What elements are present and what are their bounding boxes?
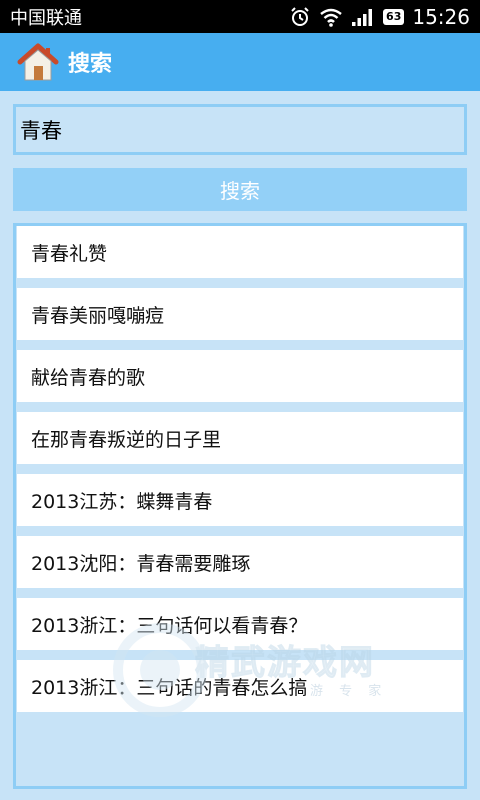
- alarm-icon: [289, 6, 311, 28]
- list-item[interactable]: 2013浙江：三句话何以看青春？: [17, 598, 463, 650]
- wifi-icon: [319, 7, 343, 27]
- signal-icon: [351, 7, 375, 27]
- list-item[interactable]: 2013浙江：三句话的青春怎么搞: [17, 660, 463, 712]
- page-title: 搜索: [68, 52, 113, 77]
- results-list: 青春礼赞 青春美丽嘎嘣痘 献给青春的歌 在那青春叛逆的日子里 2013江苏：蝶舞…: [13, 223, 467, 789]
- search-box: [13, 104, 467, 155]
- list-item[interactable]: 青春礼赞: [17, 226, 463, 278]
- carrier-name: 中国联通: [10, 7, 82, 29]
- search-input[interactable]: [20, 117, 460, 142]
- title-bar: 搜索: [0, 33, 480, 91]
- clock: 15:26: [412, 4, 470, 29]
- status-icons: 63 15:26: [289, 5, 470, 29]
- list-item[interactable]: 2013江苏：蝶舞青春: [17, 474, 463, 526]
- status-bar: 中国联通 63 15:26: [0, 0, 480, 33]
- list-item[interactable]: 2013沈阳：青春需要雕琢: [17, 536, 463, 588]
- search-button[interactable]: 搜索: [13, 168, 467, 211]
- list-item[interactable]: 在那青春叛逆的日子里: [17, 412, 463, 464]
- battery-icon: 63: [383, 8, 405, 25]
- list-item[interactable]: 青春美丽嘎嘣痘: [17, 288, 463, 340]
- list-item[interactable]: 献给青春的歌: [17, 350, 463, 402]
- home-icon[interactable]: [16, 40, 60, 84]
